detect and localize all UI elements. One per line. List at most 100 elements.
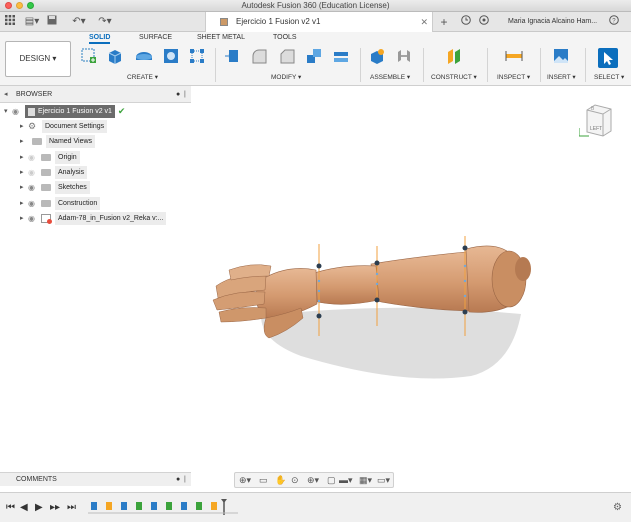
select-menu[interactable]: SELECT ▾ bbox=[594, 73, 624, 81]
fit-icon[interactable]: ⊕▾ bbox=[307, 475, 319, 486]
step-back-icon[interactable]: ◀ bbox=[20, 502, 28, 513]
pattern-icon[interactable] bbox=[189, 48, 205, 64]
close-panel-icon[interactable]: | bbox=[184, 86, 186, 103]
chamfer-icon[interactable] bbox=[279, 48, 295, 64]
tree-item-label: Construction bbox=[55, 197, 101, 210]
pin-icon[interactable]: ● bbox=[176, 86, 180, 103]
new-component-icon[interactable] bbox=[369, 48, 385, 64]
fillet-icon[interactable] bbox=[251, 48, 267, 64]
expand-arrow-icon[interactable]: ▸ bbox=[20, 151, 28, 164]
add-comment-icon[interactable]: ● bbox=[176, 473, 180, 487]
comments-panel[interactable]: COMMENTS ● | bbox=[0, 472, 191, 486]
toolbar-ribbon: DESIGN ▾ SOLID SURFACE SHEET METAL TOOLS… bbox=[0, 32, 631, 86]
eye-icon[interactable]: ◉ bbox=[28, 197, 39, 210]
create-sketch-icon[interactable] bbox=[81, 48, 97, 64]
folder-icon bbox=[41, 200, 51, 207]
tree-item-construction[interactable]: ▸ ◉ Construction bbox=[20, 197, 101, 210]
play-icon[interactable]: ▶ bbox=[35, 502, 43, 513]
folder-icon bbox=[41, 184, 51, 191]
joint-icon[interactable] bbox=[396, 48, 412, 64]
skip-end-icon[interactable]: ⏭ bbox=[67, 502, 76, 513]
expand-arrow-icon[interactable]: ▸ bbox=[20, 166, 28, 179]
pan-icon[interactable]: ✋ bbox=[275, 475, 286, 486]
assemble-menu[interactable]: ASSEMBLE ▾ bbox=[370, 73, 410, 81]
canvas-viewport[interactable] bbox=[191, 86, 631, 470]
undo-icon[interactable]: ↶▾ bbox=[72, 15, 86, 29]
help-icon[interactable] bbox=[478, 15, 490, 29]
display-settings-icon[interactable]: ▬▾ bbox=[339, 475, 353, 486]
tab-tools[interactable]: TOOLS bbox=[273, 34, 297, 41]
fit-window-icon[interactable]: ▢ bbox=[327, 475, 336, 486]
zoom-icon[interactable]: ⊙ bbox=[291, 475, 299, 486]
tree-item-named-views[interactable]: ▸ Named Views bbox=[20, 135, 96, 148]
clock-icon[interactable] bbox=[460, 15, 472, 29]
browser-root[interactable]: ▾ ◉ Ejercicio 1 Fusion v2 v1 ✔ bbox=[4, 105, 125, 118]
tree-item-analysis[interactable]: ▸ ◉ Analysis bbox=[20, 166, 88, 179]
grid-icon[interactable] bbox=[4, 15, 16, 29]
tree-item-sketches[interactable]: ▸ ◉ Sketches bbox=[20, 181, 90, 194]
eye-icon[interactable]: ◉ bbox=[12, 105, 23, 118]
plus-icon[interactable]: + bbox=[438, 15, 450, 29]
expand-arrow-icon[interactable]: ▸ bbox=[20, 120, 28, 133]
collapse-arrow-icon[interactable]: ◂ bbox=[4, 86, 8, 103]
zoom-window-button[interactable] bbox=[27, 2, 34, 9]
expand-arrow-icon[interactable]: ▸ bbox=[20, 135, 28, 148]
expand-arrow-icon[interactable]: ▸ bbox=[20, 197, 28, 210]
expand-arrow-icon[interactable]: ▸ bbox=[20, 212, 28, 225]
close-panel-icon[interactable]: | bbox=[184, 473, 186, 487]
bell-icon[interactable]: ? bbox=[608, 15, 620, 29]
browser-header[interactable]: ◂ BROWSER ● | bbox=[0, 86, 191, 103]
extrude-icon[interactable] bbox=[107, 48, 123, 64]
offset-plane-icon[interactable] bbox=[446, 48, 462, 64]
minimize-window-button[interactable] bbox=[16, 2, 23, 9]
press-pull-icon[interactable] bbox=[224, 48, 240, 64]
inspect-menu[interactable]: INSPECT ▾ bbox=[497, 73, 530, 81]
tab-sheet-metal[interactable]: SHEET METAL bbox=[197, 34, 245, 41]
document-tab[interactable]: Ejercicio 1 Fusion v2 v1 ✕ bbox=[205, 12, 433, 32]
step-forward-icon[interactable]: ▸▸ bbox=[50, 502, 60, 513]
document-tab-title: Ejercicio 1 Fusion v2 v1 bbox=[236, 17, 321, 26]
viewcube[interactable]: B LEFT bbox=[578, 100, 617, 142]
modify-menu[interactable]: MODIFY ▾ bbox=[271, 73, 301, 81]
revolve-icon[interactable] bbox=[135, 48, 152, 64]
tab-solid[interactable]: SOLID bbox=[89, 34, 111, 44]
redo-icon[interactable]: ↷▾ bbox=[98, 15, 112, 29]
expand-arrow-icon[interactable]: ▸ bbox=[20, 181, 28, 194]
file-icon[interactable]: ▤▾ bbox=[24, 15, 40, 29]
eye-icon[interactable]: ◉ bbox=[28, 151, 39, 164]
wrist-part[interactable] bbox=[310, 265, 380, 305]
tree-item-origin[interactable]: ▸ ◉ Origin bbox=[20, 151, 80, 164]
window-title: Autodesk Fusion 360 (Education License) bbox=[241, 1, 390, 10]
insert-menu[interactable]: INSERT ▾ bbox=[547, 73, 576, 81]
tree-item-document-settings[interactable]: ▸ ⚙ Document Settings bbox=[20, 120, 108, 133]
tab-surface[interactable]: SURFACE bbox=[139, 34, 172, 41]
close-tab-icon[interactable]: ✕ bbox=[420, 12, 428, 32]
skip-start-icon[interactable]: ⏮ bbox=[6, 502, 15, 513]
tree-item-component[interactable]: ▸ ◉ Adam-78_in_Fusion v2_Reka v:... bbox=[20, 212, 167, 225]
finger-ring[interactable] bbox=[218, 307, 267, 323]
eye-icon[interactable]: ◉ bbox=[28, 212, 39, 225]
construct-menu[interactable]: CONSTRUCT ▾ bbox=[431, 73, 477, 81]
select-icon[interactable] bbox=[598, 48, 618, 68]
eye-icon[interactable]: ◉ bbox=[28, 181, 39, 194]
orbit-icon[interactable]: ⊕▾ bbox=[239, 475, 251, 486]
shell-icon[interactable] bbox=[333, 48, 349, 64]
timeline-features[interactable] bbox=[88, 499, 238, 517]
arm-model[interactable] bbox=[191, 86, 631, 470]
root-component[interactable]: Ejercicio 1 Fusion v2 v1 bbox=[25, 105, 115, 118]
create-menu[interactable]: CREATE ▾ bbox=[127, 73, 158, 81]
viewport-icon[interactable]: ▭▾ bbox=[377, 475, 390, 486]
workspace-selector[interactable]: DESIGN ▾ bbox=[5, 41, 71, 77]
combine-icon[interactable] bbox=[306, 48, 322, 64]
settings-icon[interactable]: ⚙ bbox=[613, 502, 622, 513]
save-icon[interactable] bbox=[46, 15, 58, 29]
eye-icon[interactable]: ◉ bbox=[28, 166, 39, 179]
user-name[interactable]: Maria Ignacia Alcaino Ham... bbox=[508, 12, 597, 32]
close-window-button[interactable] bbox=[5, 2, 12, 9]
insert-image-icon[interactable] bbox=[553, 48, 569, 64]
expand-arrow-icon[interactable]: ▾ bbox=[4, 105, 12, 118]
sweep-icon[interactable] bbox=[163, 48, 179, 64]
look-at-icon[interactable]: ▭ bbox=[259, 475, 268, 486]
measure-icon[interactable] bbox=[505, 48, 523, 64]
grid-settings-icon[interactable]: ▦▾ bbox=[359, 475, 372, 486]
